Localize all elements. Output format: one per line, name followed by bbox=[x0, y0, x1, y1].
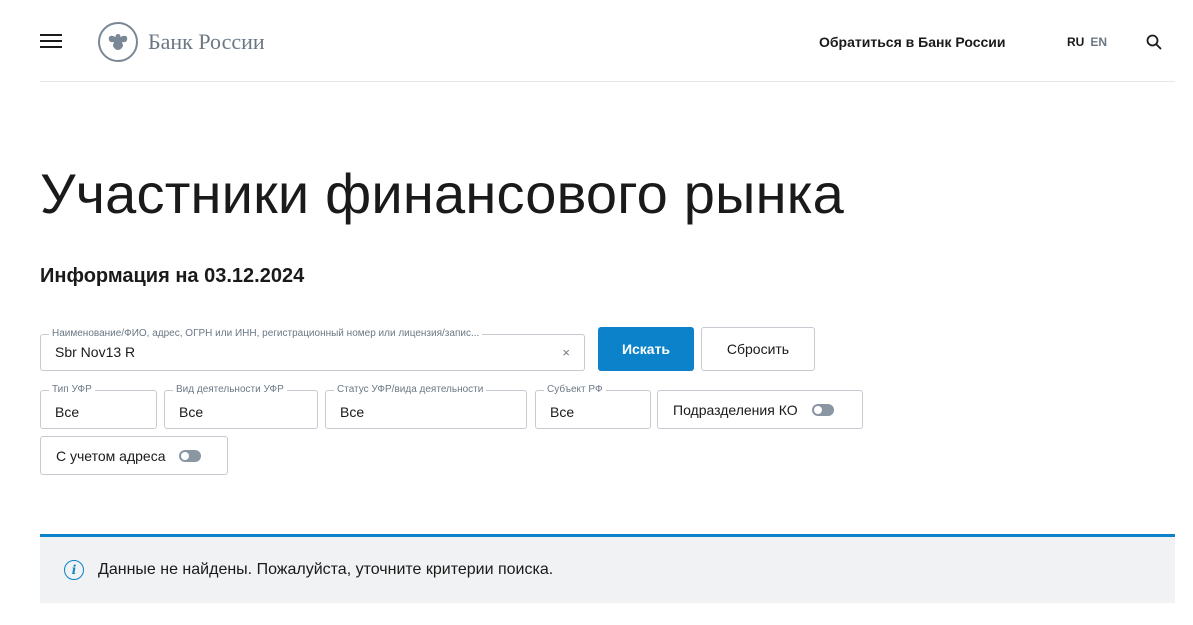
branches-toggle[interactable] bbox=[811, 403, 834, 416]
branches-toggle-box[interactable]: Подразделения КО bbox=[657, 390, 863, 429]
notice-text: Данные не найдены. Пожалуйста, уточните … bbox=[98, 561, 554, 578]
lang-ru[interactable]: RU bbox=[1067, 35, 1084, 49]
search-button[interactable]: Искать bbox=[598, 327, 694, 371]
lang-en[interactable]: EN bbox=[1090, 35, 1107, 49]
filter-legend: Тип УФР bbox=[49, 384, 95, 396]
info-icon: i bbox=[64, 560, 84, 580]
contact-bank-link[interactable]: Обратиться в Банк России bbox=[819, 34, 1005, 50]
filter-region[interactable]: Субъект РФ Все bbox=[535, 384, 651, 429]
search-icon[interactable] bbox=[1146, 34, 1162, 50]
address-toggle-label: С учетом адреса bbox=[56, 447, 166, 464]
filter-value: Все bbox=[55, 404, 80, 420]
page-title: Участники финансового рынка bbox=[40, 162, 844, 225]
filter-status[interactable]: Статус УФР/вида деятельности Все bbox=[325, 384, 527, 429]
filter-legend: Вид деятельности УФР bbox=[173, 384, 287, 396]
filter-ufr-type[interactable]: Тип УФР Все bbox=[40, 384, 157, 429]
filter-legend: Статус УФР/вида деятельности bbox=[334, 384, 487, 396]
logo-text: Банк России bbox=[148, 29, 265, 54]
eagle-emblem-icon bbox=[98, 22, 138, 62]
reset-button[interactable]: Сбросить bbox=[701, 327, 815, 371]
search-input-value[interactable]: Sbr Nov13 R bbox=[55, 344, 135, 360]
filter-value: Все bbox=[340, 404, 365, 420]
filter-value: Все bbox=[179, 404, 204, 420]
menu-icon[interactable] bbox=[40, 34, 64, 50]
address-toggle[interactable] bbox=[179, 449, 202, 462]
search-field[interactable]: Наименование/ФИО, адрес, ОГРН или ИНН, р… bbox=[40, 328, 585, 371]
search-field-legend: Наименование/ФИО, адрес, ОГРН или ИНН, р… bbox=[49, 328, 483, 340]
filter-legend: Субъект РФ bbox=[544, 384, 606, 396]
clear-icon[interactable]: × bbox=[562, 345, 570, 360]
address-toggle-box[interactable]: С учетом адреса bbox=[40, 436, 228, 475]
branches-toggle-label: Подразделения КО bbox=[673, 401, 798, 418]
language-switcher: RU EN bbox=[1067, 35, 1107, 49]
site-header: Банк России Обратиться в Банк России RU E… bbox=[40, 0, 1175, 82]
filter-value: Все bbox=[550, 404, 575, 420]
filter-activity-type[interactable]: Вид деятельности УФР Все bbox=[164, 384, 318, 429]
logo[interactable]: Банк России bbox=[98, 22, 265, 62]
info-date-heading: Информация на 03.12.2024 bbox=[40, 265, 305, 287]
no-results-notice: i Данные не найдены. Пожалуйста, уточнит… bbox=[40, 534, 1175, 603]
